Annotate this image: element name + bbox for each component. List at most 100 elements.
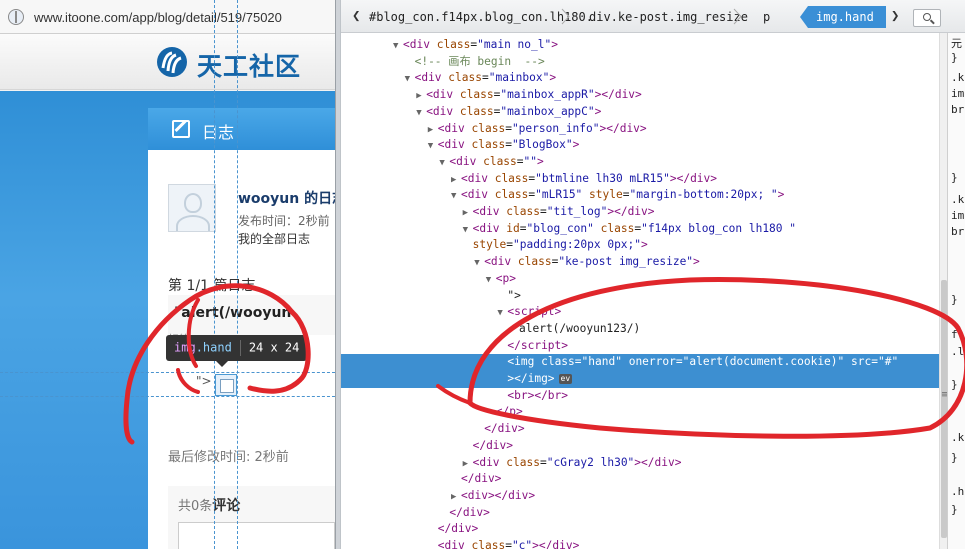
avatar[interactable] [168, 184, 216, 232]
chevron-left-icon[interactable]: ❮ [352, 8, 360, 24]
style-rule-fragment: .k [951, 71, 965, 84]
collapsed-triangle-icon[interactable]: ▶ [463, 456, 473, 473]
breadcrumb-item[interactable]: p [763, 10, 770, 24]
dom-node-markup: alert(/wooyun123/) [519, 321, 641, 335]
dom-node[interactable]: </script> [341, 338, 939, 355]
dom-node[interactable]: ▶ <div></div> [341, 488, 939, 505]
dom-node-markup: <div class="tit_log"></div> [472, 205, 655, 218]
post-body-text: "> [196, 374, 212, 388]
breadcrumb-item[interactable]: div.ke-post.img_resize [589, 10, 748, 24]
chevron-right-icon[interactable]: ❯ [891, 8, 899, 24]
inspector-guide [0, 372, 335, 373]
dom-node-markup: <div class="person_info"></div> [437, 121, 647, 135]
dom-node[interactable]: </div> [341, 438, 939, 455]
dom-node[interactable]: </div> [341, 505, 939, 522]
collapsed-triangle-icon[interactable]: ▶ [416, 88, 426, 105]
broken-image-icon[interactable] [215, 374, 237, 396]
dom-node[interactable]: style="padding:20px 0px;"> [341, 237, 939, 254]
dom-node[interactable]: </div> [341, 471, 939, 488]
dom-node-markup: <script> [507, 305, 562, 319]
collapsed-triangle-icon[interactable]: ▶ [451, 489, 461, 506]
site-header: 天工社区 [0, 34, 335, 90]
dom-node[interactable]: ▼ <div class="mainbox_appC"> [341, 104, 939, 121]
expand-triangle-icon[interactable]: ▼ [428, 138, 438, 155]
dom-node-markup: <div class="ke-post img_resize"> [484, 255, 700, 269]
all-logs-link[interactable]: 我的全部日志 [238, 230, 310, 247]
dom-node[interactable]: </div> [341, 421, 939, 438]
expand-triangle-icon[interactable]: ▼ [451, 188, 461, 205]
dom-node[interactable]: ▶ <div class="cGray2 lh30"></div> [341, 455, 939, 472]
event-listener-badge[interactable]: ev [558, 374, 573, 384]
logo-icon [157, 47, 187, 77]
dom-node[interactable]: ▶ <div class="tit_log"></div> [341, 204, 939, 221]
dom-node[interactable]: ▼ <div class="BlogBox"> [341, 137, 939, 154]
dom-node-markup: <div id="blog_con" class="f14px blog_con… [472, 221, 796, 235]
publish-time: 发布时间：2秒前 [238, 214, 330, 228]
expand-triangle-icon[interactable]: ▼ [474, 255, 484, 272]
dom-node-selected[interactable]: <img class="hand" onerror="alert(documen… [341, 354, 939, 371]
dom-node[interactable]: ▶ <div class="mainbox_appR"></div> [341, 87, 939, 104]
expand-triangle-icon[interactable]: ▼ [405, 71, 415, 88]
breadcrumb-item-active[interactable]: img.hand [800, 6, 886, 28]
url-text[interactable]: www.itoone.com/app/blog/detail/519/75020 [34, 10, 282, 25]
style-rule-fragment: } [951, 171, 958, 184]
globe-icon [8, 9, 24, 25]
breadcrumb-item[interactable]: #blog_con.f14px.blog_con.lh180. [369, 10, 593, 24]
expand-triangle-icon[interactable]: ▼ [463, 222, 473, 239]
comment-input[interactable] [178, 522, 335, 549]
logo-text[interactable]: 天工社区 [197, 47, 301, 83]
dom-node[interactable]: ▼ <div class="main no_l"> [341, 37, 939, 54]
blog-owner-name[interactable]: wooyun 的日志 [238, 188, 335, 208]
inspector-guide [237, 0, 238, 549]
expand-triangle-icon[interactable]: ▼ [486, 272, 496, 289]
dom-node[interactable]: <!-- 画布 begin --> [341, 54, 939, 71]
dom-node-markup: <div class=""> [449, 154, 544, 168]
dom-node[interactable]: "> [341, 288, 939, 305]
style-rule-fragment: } [951, 451, 958, 464]
scrollbar[interactable]: ≡ [939, 33, 949, 549]
dom-node-markup: "> [507, 288, 521, 302]
style-rule-fragment: 元 [951, 37, 962, 50]
dom-node[interactable]: ▼ <div class="ke-post img_resize"> [341, 254, 939, 271]
dom-node[interactable]: ▼ <div class="mainbox"> [341, 70, 939, 87]
style-rule-fragment: .k [951, 193, 965, 206]
expand-triangle-icon[interactable]: ▼ [416, 105, 426, 122]
dom-node-markup: style="padding:20px 0px;"> [472, 238, 648, 252]
styles-pane: 元} .k im br} .k im br} f .l} .k} .h} [947, 33, 965, 549]
search-icon [923, 13, 931, 21]
collapsed-triangle-icon[interactable]: ▶ [463, 205, 473, 222]
dom-node[interactable]: ▼ <div id="blog_con" class="f14px blog_co… [341, 221, 939, 238]
expand-triangle-icon[interactable]: ▼ [393, 38, 403, 55]
dom-node-markup: </div> [437, 522, 479, 536]
inspector-tooltip: img.hand 24 x 24 [166, 335, 308, 367]
dom-node[interactable]: alert(/wooyun123/) [341, 321, 939, 338]
style-rule-fragment: br [951, 225, 965, 238]
dom-node[interactable]: </p> [341, 404, 939, 421]
dom-node[interactable]: ▼ <p> [341, 271, 939, 288]
dom-node[interactable]: <div class="c"></div> [341, 538, 939, 549]
dom-node-markup: <div class="mainbox"> [414, 71, 557, 85]
page-info: 第 1/1 篇日志 [168, 278, 256, 294]
dom-node-markup: <p> [495, 271, 517, 285]
dom-node[interactable]: ▼ <div class=""> [341, 154, 939, 171]
address-bar[interactable]: www.itoone.com/app/blog/detail/519/75020 [0, 0, 335, 34]
collapsed-triangle-icon[interactable]: ▶ [451, 172, 461, 189]
expand-triangle-icon[interactable]: ▼ [439, 155, 449, 172]
dom-node[interactable]: ▼ <div class="mLR15" style="margin-bottom… [341, 187, 939, 204]
dom-node[interactable]: <br></br> [341, 388, 939, 405]
dom-node-selected[interactable]: ></img> ev [341, 371, 939, 388]
dom-node[interactable]: </div> [341, 521, 939, 538]
dom-node-markup: <div class="BlogBox"> [437, 138, 580, 152]
modified-time: 最后修改时间: 2秒前 [168, 450, 289, 465]
expand-triangle-icon[interactable]: ▼ [497, 305, 507, 322]
collapsed-triangle-icon[interactable]: ▶ [428, 122, 438, 139]
dom-node[interactable]: ▶ <div class="btmline lh30 mLR15"></div> [341, 171, 939, 188]
search-button[interactable] [913, 9, 941, 27]
inspector-guide [214, 0, 215, 549]
dom-node[interactable]: ▼ <script> [341, 304, 939, 321]
dom-node-markup: <div class="mainbox_appR"></div> [426, 88, 642, 102]
dom-node[interactable]: ▶ <div class="person_info"></div> [341, 121, 939, 138]
